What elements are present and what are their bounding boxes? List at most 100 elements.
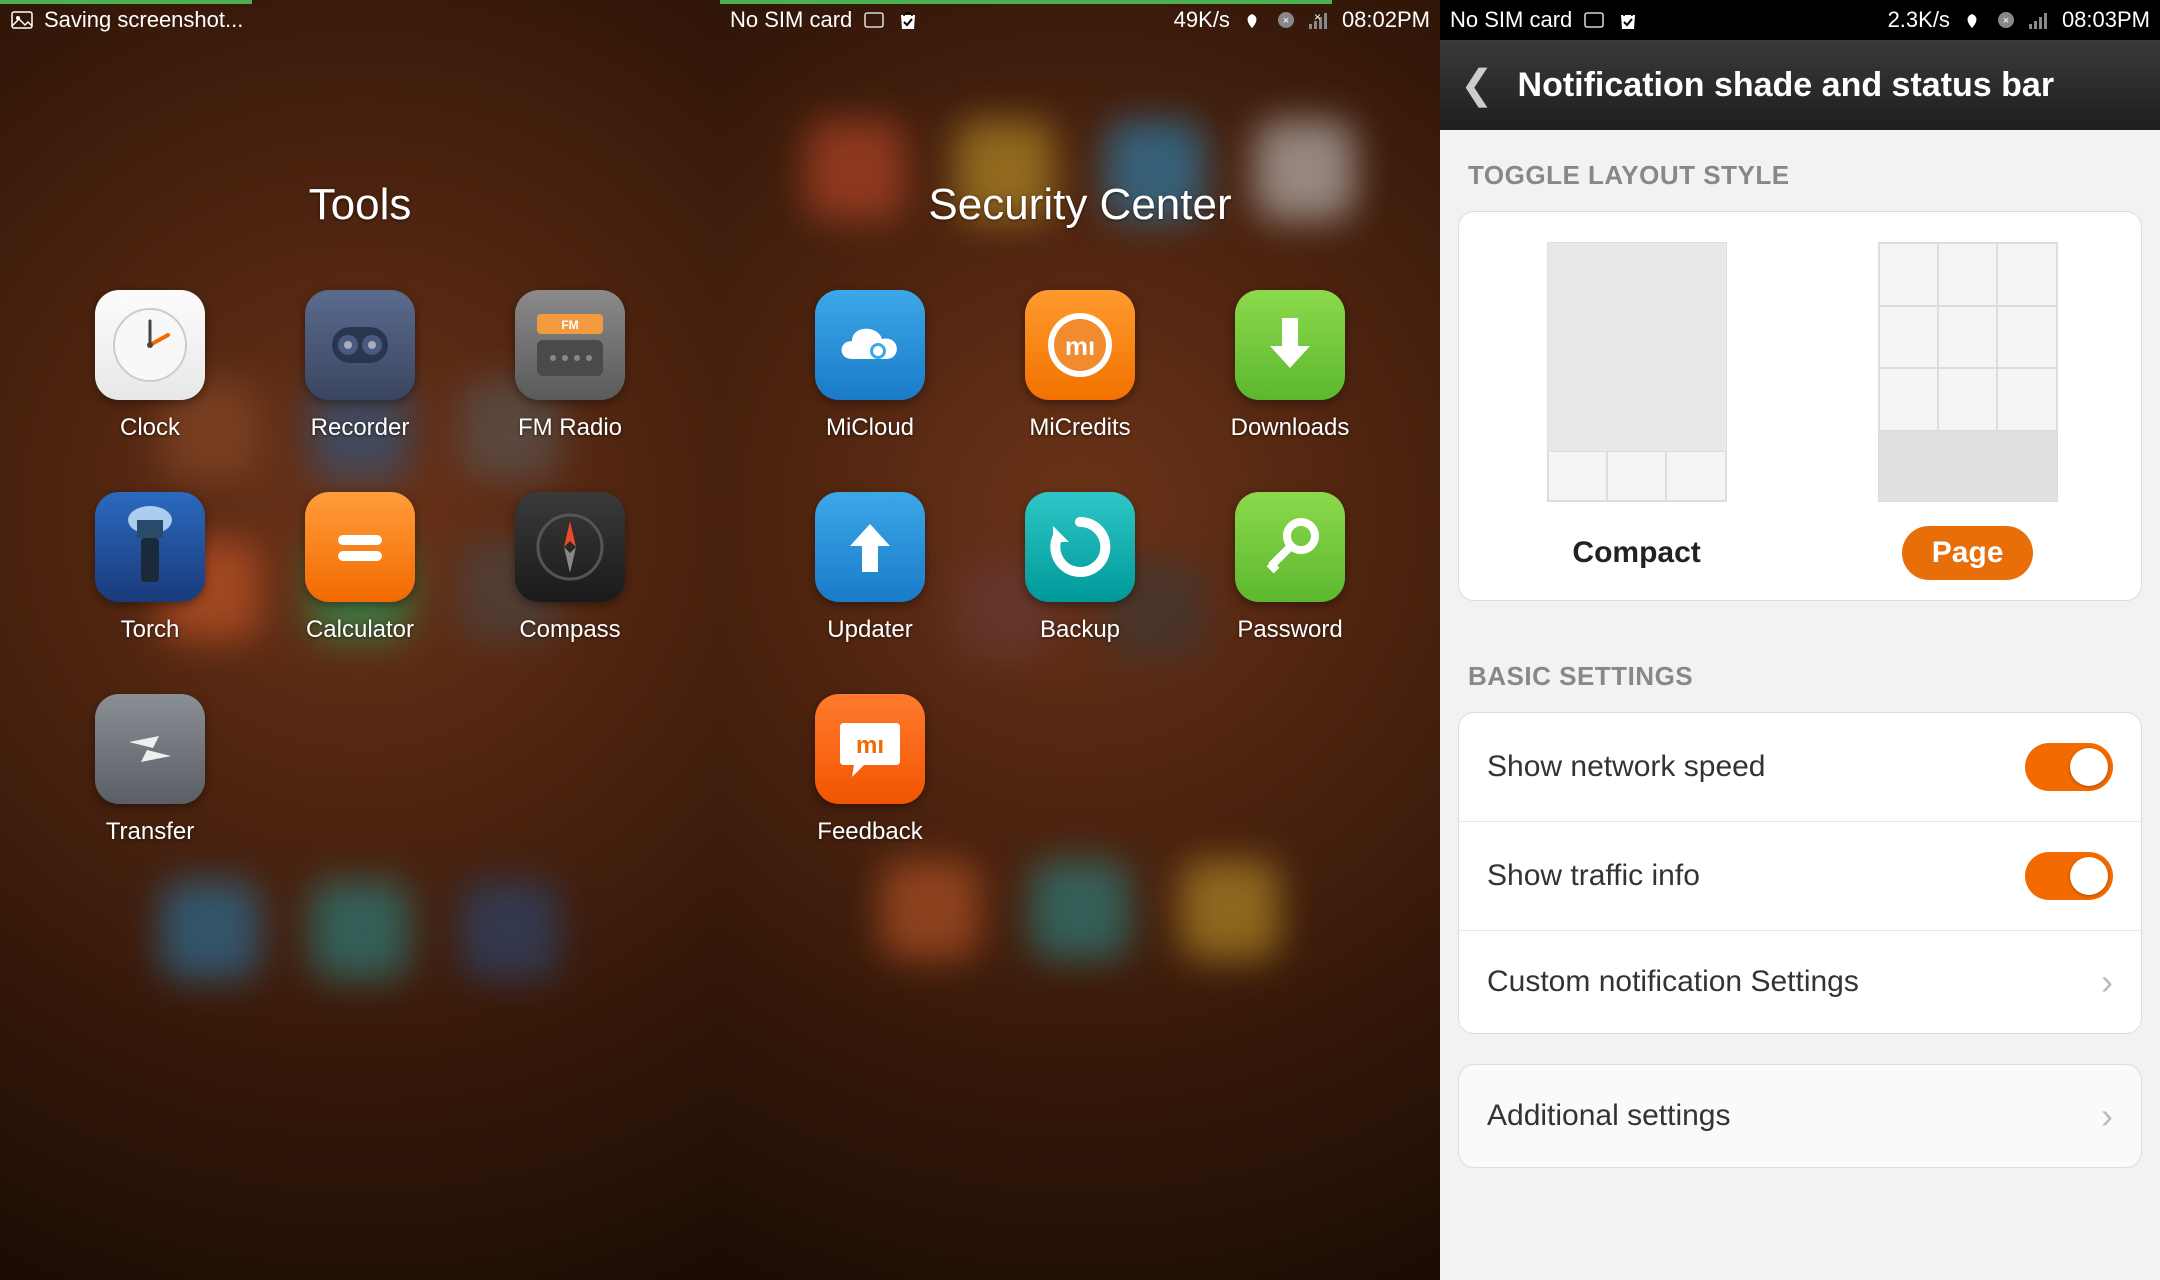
app-label: MiCloud <box>826 414 914 442</box>
statusbar-sim: No SIM card <box>1450 7 1572 33</box>
updater-icon <box>815 492 925 602</box>
back-button[interactable]: ❮ <box>1460 62 1494 108</box>
basic-settings-card: Show network speed Show traffic info Cus… <box>1458 712 2142 1034</box>
transfer-icon <box>95 694 205 804</box>
app-label: Downloads <box>1231 414 1350 442</box>
app-feedback[interactable]: mı Feedback <box>805 694 935 846</box>
svg-text:×: × <box>1314 11 1321 24</box>
app-label: Backup <box>1040 616 1120 644</box>
wifi-icon <box>1960 8 1984 32</box>
toggle-switch[interactable] <box>2025 852 2113 900</box>
status-bar: No SIM card 2.3K/s × 08:03PM <box>1440 0 2160 40</box>
header-title: Notification shade and status bar <box>1518 66 2055 105</box>
app-label: Compass <box>519 616 620 644</box>
row-additional-settings[interactable]: Additional settings › <box>1458 1064 2142 1168</box>
folder-container: Security Center MiCloud mı MiCredits Dow… <box>720 0 1440 1280</box>
app-updater[interactable]: Updater <box>805 492 935 644</box>
app-label: Torch <box>121 616 180 644</box>
feedback-icon: mı <box>815 694 925 804</box>
key-icon <box>1235 492 1345 602</box>
recorder-icon <box>305 290 415 400</box>
svg-text:FM: FM <box>561 318 578 332</box>
status-bar: No SIM card 49K/s × × 08:02PM <box>720 0 1440 40</box>
backup-icon <box>1025 492 1135 602</box>
app-clock[interactable]: Clock <box>85 290 215 442</box>
option-label: Page <box>1902 526 2034 580</box>
folder-title: Tools <box>309 180 412 230</box>
svg-text:×: × <box>2003 15 2009 27</box>
statusbar-time: 08:02PM <box>1342 7 1430 33</box>
screen-tools-folder: Saving screenshot... Tools Clock Recorde… <box>0 0 720 1280</box>
chevron-right-icon: › <box>2101 1095 2113 1137</box>
image-icon <box>10 8 34 32</box>
row-label: Additional settings <box>1487 1099 1731 1133</box>
status-bar: Saving screenshot... <box>0 0 720 40</box>
screen-security-center-folder: No SIM card 49K/s × × 08:02PM Security C… <box>720 0 1440 1280</box>
app-backup[interactable]: Backup <box>1015 492 1145 644</box>
svg-text:mı: mı <box>856 732 884 759</box>
download-icon <box>1235 290 1345 400</box>
row-show-traffic-info[interactable]: Show traffic info <box>1459 822 2141 931</box>
app-calculator[interactable]: Calculator <box>295 492 425 644</box>
svg-text:mı: mı <box>1065 331 1095 361</box>
statusbar-sim: No SIM card <box>730 7 852 33</box>
app-label: Recorder <box>311 414 410 442</box>
shopping-bag-icon <box>896 8 920 32</box>
statusbar-speed: 49K/s <box>1174 7 1230 33</box>
app-label: MiCredits <box>1029 414 1130 442</box>
row-custom-notification-settings[interactable]: Custom notification Settings › <box>1459 931 2141 1033</box>
shopping-bag-icon <box>1616 8 1640 32</box>
option-label: Compact <box>1542 526 1730 580</box>
chevron-right-icon: › <box>2101 961 2113 1003</box>
signal-icon: × <box>1308 8 1332 32</box>
statusbar-text: Saving screenshot... <box>44 7 243 33</box>
folder-title: Security Center <box>928 180 1231 230</box>
app-downloads[interactable]: Downloads <box>1225 290 1355 442</box>
app-compass[interactable]: Compass <box>505 492 635 644</box>
row-label: Custom notification Settings <box>1487 965 1859 999</box>
toggle-switch[interactable] <box>2025 743 2113 791</box>
folder-container: Tools Clock Recorder FM FM Radio <box>0 0 720 1280</box>
clock-icon <box>95 290 205 400</box>
app-micloud[interactable]: MiCloud <box>805 290 935 442</box>
wifi-icon <box>1240 8 1264 32</box>
torch-icon <box>95 492 205 602</box>
toggle-layout-card: Compact Page <box>1458 211 2142 601</box>
settings-header: ❮ Notification shade and status bar <box>1440 40 2160 130</box>
sync-icon: × <box>1274 8 1298 32</box>
signal-icon <box>2028 8 2052 32</box>
page-preview-icon <box>1878 242 2058 502</box>
row-label: Show traffic info <box>1487 859 1700 893</box>
app-grid: Clock Recorder FM FM Radio Torch <box>85 290 635 846</box>
section-basic-label: BASIC SETTINGS <box>1440 631 2160 712</box>
statusbar-time: 08:03PM <box>2062 7 2150 33</box>
cloud-icon <box>815 290 925 400</box>
app-grid: MiCloud mı MiCredits Downloads Updater <box>805 290 1355 846</box>
compact-preview-icon <box>1547 242 1727 502</box>
section-toggle-layout-label: TOGGLE LAYOUT STYLE <box>1440 130 2160 211</box>
svg-text:×: × <box>1283 15 1289 27</box>
app-label: FM Radio <box>518 414 622 442</box>
app-micredits[interactable]: mı MiCredits <box>1015 290 1145 442</box>
app-transfer[interactable]: Transfer <box>85 694 215 846</box>
fm-radio-icon: FM <box>515 290 625 400</box>
app-label: Transfer <box>106 818 194 846</box>
app-label: Feedback <box>817 818 922 846</box>
app-recorder[interactable]: Recorder <box>295 290 425 442</box>
row-show-network-speed[interactable]: Show network speed <box>1459 713 2141 822</box>
app-fm-radio[interactable]: FM FM Radio <box>505 290 635 442</box>
statusbar-speed: 2.3K/s <box>1888 7 1950 33</box>
image-icon <box>1582 8 1606 32</box>
layout-option-page[interactable]: Page <box>1878 242 2058 580</box>
row-label: Show network speed <box>1487 750 1766 784</box>
sync-icon: × <box>1994 8 2018 32</box>
calculator-icon <box>305 492 415 602</box>
app-label: Calculator <box>306 616 414 644</box>
app-password[interactable]: Password <box>1225 492 1355 644</box>
app-label: Updater <box>827 616 912 644</box>
mi-coin-icon: mı <box>1025 290 1135 400</box>
screen-notification-settings: No SIM card 2.3K/s × 08:03PM ❮ Notificat… <box>1440 0 2160 1280</box>
layout-option-compact[interactable]: Compact <box>1542 242 1730 580</box>
image-icon <box>862 8 886 32</box>
app-torch[interactable]: Torch <box>85 492 215 644</box>
